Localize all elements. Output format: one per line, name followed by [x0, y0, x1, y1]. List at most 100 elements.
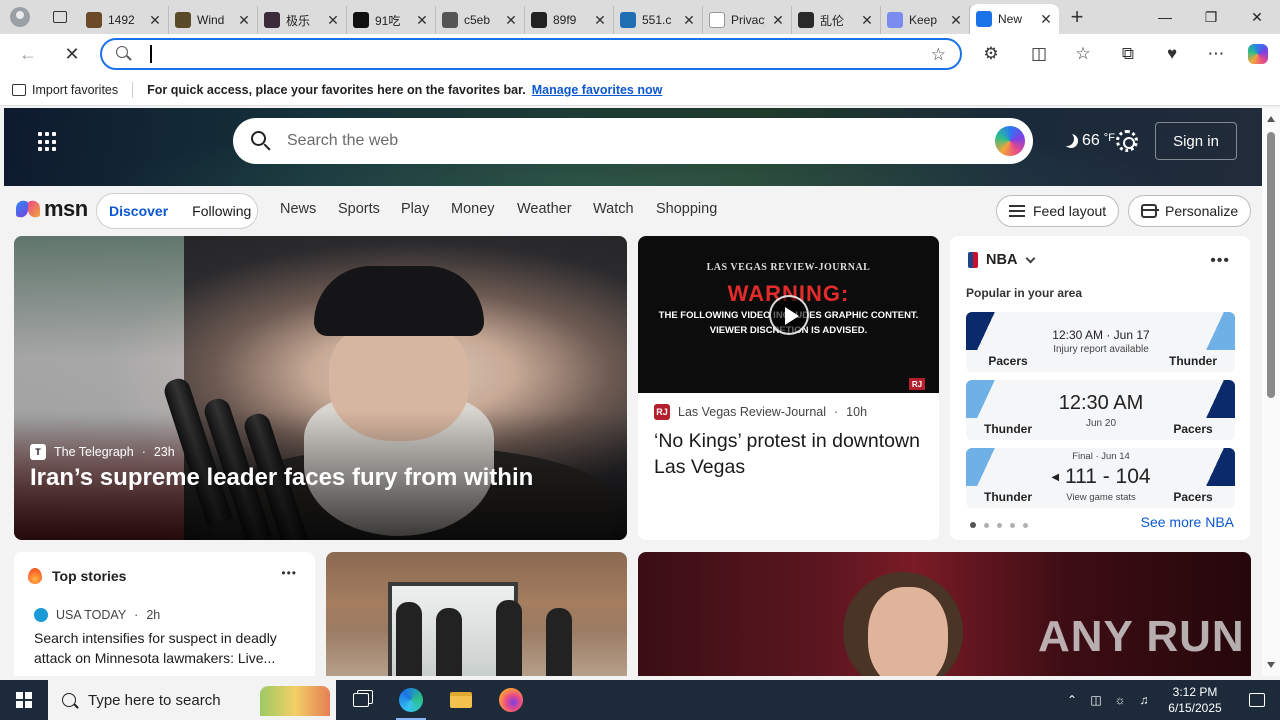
video-title[interactable]: ‘No Kings’ protest in downtown Las Vegas [654, 428, 924, 480]
feed-layout-label: Feed layout [1033, 203, 1107, 219]
wifi-icon[interactable]: ☼ [1108, 693, 1132, 707]
extensions-icon[interactable]: ⚙ [975, 38, 1007, 70]
tab-close-icon[interactable]: ✕ [237, 12, 251, 29]
apps-launcher-icon[interactable] [38, 132, 58, 152]
tab-close-icon[interactable]: ✕ [504, 12, 518, 29]
nba-header[interactable]: NBA [968, 252, 1036, 268]
browser-tab[interactable]: Wind ✕ [169, 6, 258, 34]
tab-close-icon[interactable]: ✕ [326, 12, 340, 29]
page-scrollbar[interactable] [1262, 108, 1280, 676]
favorites-icon[interactable]: ☆ [1067, 38, 1099, 70]
video-story-card[interactable]: LAS VEGAS REVIEW-JOURNAL WARNING: THE FO… [638, 236, 939, 540]
firefox-button[interactable] [486, 680, 536, 720]
manage-favorites-link[interactable]: Manage favorites now [532, 83, 663, 97]
back-button[interactable]: ← [10, 38, 46, 70]
video-thumbnail[interactable]: LAS VEGAS REVIEW-JOURNAL WARNING: THE FO… [638, 236, 939, 393]
browser-tab[interactable]: c5eb ✕ [436, 6, 525, 34]
usa-today-icon [34, 608, 48, 622]
browser-tab[interactable]: Privacy err ✕ [703, 6, 792, 34]
nav-sports[interactable]: Sports [338, 201, 380, 217]
nav-play[interactable]: Play [401, 201, 429, 217]
browser-essentials-icon[interactable]: ♥ [1156, 38, 1188, 70]
copilot-search-icon[interactable] [995, 126, 1025, 156]
network-icon[interactable]: ◫ [1084, 693, 1108, 707]
address-bar[interactable]: ☆ [100, 38, 962, 70]
file-explorer-button[interactable] [436, 680, 486, 720]
address-input[interactable] [146, 42, 960, 66]
carousel-dots[interactable] [970, 522, 1028, 528]
personalize-button[interactable]: Personalize [1128, 195, 1252, 227]
story-image-card[interactable] [326, 552, 627, 676]
weather-widget[interactable]: 66 °F [1064, 132, 1115, 150]
nav-news[interactable]: News [280, 201, 316, 217]
web-search-box[interactable]: Search the web [233, 118, 1033, 164]
notifications-button[interactable] [1234, 680, 1280, 720]
tab-close-icon[interactable]: ✕ [682, 12, 696, 29]
start-button[interactable] [0, 680, 48, 720]
nav-money[interactable]: Money [451, 201, 495, 217]
browser-tab[interactable]: 1492 ✕ [80, 6, 169, 34]
more-options-icon[interactable]: ••• [1210, 252, 1230, 270]
restore-button[interactable]: ❐ [1188, 0, 1234, 34]
sports-image-card[interactable]: ANY RUN [638, 552, 1251, 676]
nav-shopping[interactable]: Shopping [656, 201, 717, 217]
close-window-button[interactable]: ✕ [1234, 0, 1280, 34]
scrollbar-thumb[interactable] [1267, 132, 1275, 398]
tab-actions-button[interactable] [40, 0, 80, 34]
browser-tab[interactable]: 551.c ✕ [614, 6, 703, 34]
scroll-up-arrow-icon[interactable] [1267, 116, 1275, 122]
tab-close-icon[interactable]: ✕ [415, 12, 429, 29]
profile-button[interactable] [0, 0, 40, 34]
tab-close-icon[interactable]: ✕ [949, 12, 963, 29]
tab-close-icon[interactable]: ✕ [1039, 11, 1053, 28]
tray-overflow-icon[interactable]: ⌃ [1060, 693, 1084, 707]
game-card[interactable]: Final · Jun 14 ◀ 111 - 104 View game sta… [966, 448, 1235, 508]
browser-tab[interactable]: 极乐 ✕ [258, 6, 347, 34]
browser-tab[interactable]: New ✕ [970, 4, 1059, 34]
clock[interactable]: 3:12 PM 6/15/2025 [1156, 684, 1234, 716]
tab-close-icon[interactable]: ✕ [771, 12, 785, 29]
edge-taskbar-button[interactable] [386, 680, 436, 720]
minimize-button[interactable]: — [1142, 0, 1188, 34]
settings-more-icon[interactable]: ⋯ [1200, 38, 1232, 70]
team-left: Pacers [988, 354, 1028, 368]
team-right: Pacers [1173, 490, 1213, 504]
gear-icon[interactable] [1116, 130, 1138, 152]
tab-title: 乱伦 [820, 13, 845, 28]
browser-tab[interactable]: 91吃 ✕ [347, 6, 436, 34]
more-options-icon[interactable]: ••• [281, 566, 297, 580]
nav-weather[interactable]: Weather [517, 201, 572, 217]
see-more-nba-link[interactable]: See more NBA [1141, 514, 1234, 530]
scroll-down-arrow-icon[interactable] [1267, 662, 1275, 668]
tab-close-icon[interactable]: ✕ [860, 12, 874, 29]
new-tab-button[interactable]: + [1059, 0, 1095, 34]
sign-in-button[interactable]: Sign in [1155, 122, 1237, 160]
story-title[interactable]: Search intensifies for suspect in deadly… [34, 628, 296, 668]
split-screen-icon[interactable]: ◫ [1023, 38, 1055, 70]
browser-tab[interactable]: 乱伦 ✕ [792, 6, 881, 34]
browser-tab[interactable]: Keep ✕ [881, 6, 970, 34]
text-cursor [150, 45, 152, 63]
tab-discover[interactable]: Discover [97, 194, 180, 228]
stop-button[interactable]: ✕ [54, 38, 90, 70]
browser-tab[interactable]: 89f9 ✕ [525, 6, 614, 34]
volume-icon[interactable]: ♫ [1132, 693, 1156, 707]
tab-close-icon[interactable]: ✕ [593, 12, 607, 29]
nav-watch[interactable]: Watch [593, 201, 634, 217]
collections-icon[interactable]: ⧉ [1112, 38, 1144, 70]
taskbar-search[interactable]: Type here to search [48, 680, 336, 720]
hero-title[interactable]: Iran’s supreme leader faces fury from wi… [30, 464, 533, 492]
game-card[interactable]: 12:30 AM Jun 20 Thunder Pacers [966, 380, 1235, 440]
task-view-button[interactable] [336, 680, 386, 720]
tab-following[interactable]: Following [180, 194, 263, 228]
favorite-star-icon[interactable]: ☆ [931, 45, 946, 65]
import-favorites-button[interactable]: Import favorites [12, 83, 118, 97]
tab-close-icon[interactable]: ✕ [148, 12, 162, 29]
msn-logo[interactable]: msn [16, 196, 88, 222]
hero-image-turban [314, 266, 484, 336]
play-icon[interactable] [769, 295, 809, 335]
feed-layout-button[interactable]: Feed layout [996, 195, 1120, 227]
game-card[interactable]: 12:30 AM · Jun 17 Injury report availabl… [966, 312, 1235, 372]
copilot-icon[interactable] [1242, 38, 1274, 70]
hero-story-card[interactable]: T The Telegraph · 23h Iran’s supreme lea… [14, 236, 627, 540]
